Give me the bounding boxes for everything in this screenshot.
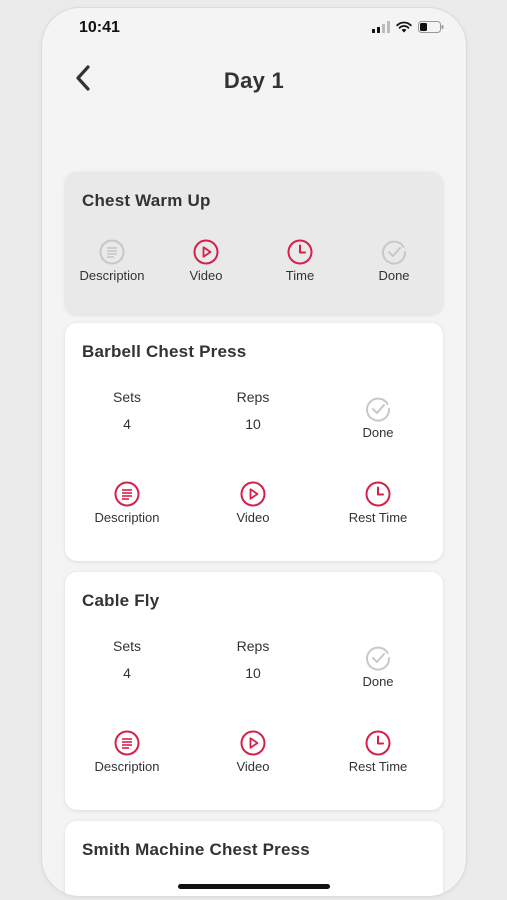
reps-value: 10 <box>245 665 261 681</box>
rest-time-button[interactable]: Rest Time <box>328 481 428 525</box>
done-label: Done <box>362 674 394 689</box>
document-icon <box>99 239 125 265</box>
description-label: Description <box>79 268 145 283</box>
sets-label: Sets <box>112 638 141 654</box>
check-circle-icon <box>382 240 407 265</box>
video-label: Video <box>236 510 270 525</box>
description-button[interactable]: Description <box>77 481 177 525</box>
reps-label: Reps <box>236 638 270 654</box>
exercise-title: Chest Warm Up <box>82 191 211 210</box>
rest-time-label: Rest Time <box>348 759 408 774</box>
check-circle-icon <box>366 646 391 671</box>
video-button[interactable]: Video <box>156 239 256 283</box>
play-circle-icon <box>240 730 266 756</box>
wifi-icon <box>396 21 412 33</box>
exercise-title: Smith Machine Chest Press <box>82 840 310 859</box>
status-bar: 10:41 <box>42 8 466 48</box>
exercise-card-chest-warm-up[interactable]: Chest Warm Up Description Video Time Don… <box>65 172 443 314</box>
sets-stat: Sets 4 <box>82 638 172 681</box>
description-button[interactable]: Description <box>62 239 162 283</box>
done-button[interactable]: Done <box>344 239 444 283</box>
home-indicator[interactable] <box>178 884 330 889</box>
status-time: 10:41 <box>79 19 120 36</box>
clock-icon <box>287 239 313 265</box>
exercise-card-cable-fly[interactable]: Cable Fly Sets 4 Reps 10 Done Descriptio… <box>65 572 443 810</box>
video-button[interactable]: Video <box>203 481 303 525</box>
time-label: Time <box>285 268 315 283</box>
video-label: Video <box>189 268 223 283</box>
page-title: Day 1 <box>223 68 285 93</box>
done-label: Done <box>362 425 394 440</box>
rest-time-label: Rest Time <box>348 510 408 525</box>
cellular-signal-icon <box>372 21 390 33</box>
navigation-bar: Day 1 <box>42 63 466 113</box>
document-icon <box>114 730 140 756</box>
exercise-title: Cable Fly <box>82 591 160 610</box>
video-button[interactable]: Video <box>203 730 303 774</box>
sets-value: 4 <box>123 416 131 432</box>
reps-value: 10 <box>245 416 261 432</box>
description-label: Description <box>94 759 160 774</box>
done-label: Done <box>378 268 410 283</box>
video-label: Video <box>236 759 270 774</box>
status-icons <box>372 21 444 33</box>
time-button[interactable]: Time <box>250 239 350 283</box>
description-label: Description <box>94 510 160 525</box>
description-button[interactable]: Description <box>77 730 177 774</box>
sets-label: Sets <box>112 389 141 405</box>
sets-value: 4 <box>123 665 131 681</box>
clock-icon <box>365 481 391 507</box>
reps-stat: Reps 10 <box>208 389 298 432</box>
rest-time-button[interactable]: Rest Time <box>328 730 428 774</box>
clock-icon <box>365 730 391 756</box>
sets-stat: Sets 4 <box>82 389 172 432</box>
phone-frame: 10:41 Day 1 Chest Warm Up Description Vi… <box>42 8 466 896</box>
play-circle-icon <box>240 481 266 507</box>
reps-label: Reps <box>236 389 270 405</box>
play-circle-icon <box>193 239 219 265</box>
exercise-card-barbell-chest-press[interactable]: Barbell Chest Press Sets 4 Reps 10 Done <box>65 323 443 561</box>
done-button[interactable]: Done <box>328 396 428 440</box>
done-button[interactable]: Done <box>328 645 428 689</box>
reps-stat: Reps 10 <box>208 638 298 681</box>
document-icon <box>114 481 140 507</box>
check-circle-icon <box>366 397 391 422</box>
battery-icon <box>418 21 444 33</box>
exercise-title: Barbell Chest Press <box>82 342 247 361</box>
